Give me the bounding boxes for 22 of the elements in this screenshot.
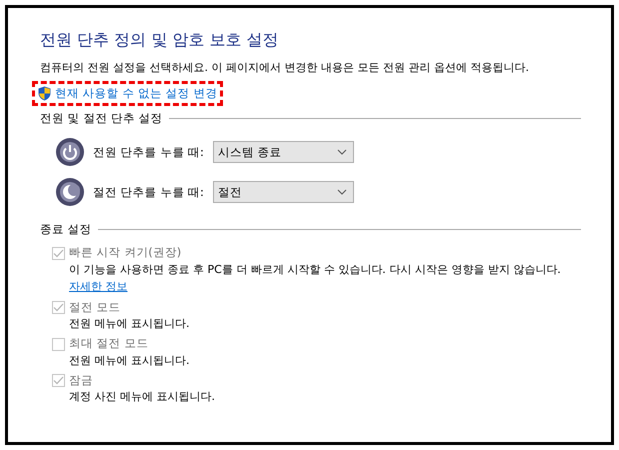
option-description: 전원 메뉴에 표시됩니다. bbox=[69, 316, 190, 332]
option-description: 계정 사진 메뉴에 표시됩니다. bbox=[69, 389, 216, 406]
caret-icon bbox=[337, 149, 347, 156]
change-settings-link[interactable]: 현재 사용할 수 없는 설정 변경 bbox=[55, 84, 218, 102]
section-heading: 전원 및 절전 단추 설정 bbox=[40, 110, 163, 127]
checkbox-label: 잠금 bbox=[69, 372, 93, 390]
page-title: 전원 단추 정의 및 암호 보호 설정 bbox=[40, 29, 280, 51]
checkbox-label: 절전 모드 bbox=[69, 298, 121, 316]
action-dropdown[interactable]: 시스템 종료 bbox=[213, 141, 354, 164]
action-dropdown[interactable]: 절전 bbox=[213, 181, 354, 204]
moon-icon bbox=[55, 177, 85, 208]
button-label: 절전 단추를 누를 때: bbox=[93, 184, 205, 200]
section-heading: 종료 설정 bbox=[40, 221, 92, 238]
checkbox-label: 빠른 시작 켜기(권장) bbox=[69, 244, 182, 262]
description-text: 컴퓨터의 전원 설정을 선택하세요. 이 페이지에서 변경한 내용은 모든 전원 관리 옵션에 적용됩니다. bbox=[40, 60, 530, 76]
checkbox-label: 최대 절전 모드 bbox=[69, 335, 148, 352]
caret-icon bbox=[337, 189, 347, 196]
option-description: 전원 메뉴에 표시됩니다. bbox=[69, 352, 190, 369]
option-description: 이 기능을 사용하면 종료 후 PC를 더 빠르게 시작할 수 있습니다. 다시 시작은 영향을 받지 않습니다. bbox=[69, 262, 562, 278]
power-icon bbox=[55, 137, 85, 168]
shield-icon bbox=[38, 86, 51, 101]
button-label: 전원 단추를 누를 때: bbox=[93, 144, 205, 160]
